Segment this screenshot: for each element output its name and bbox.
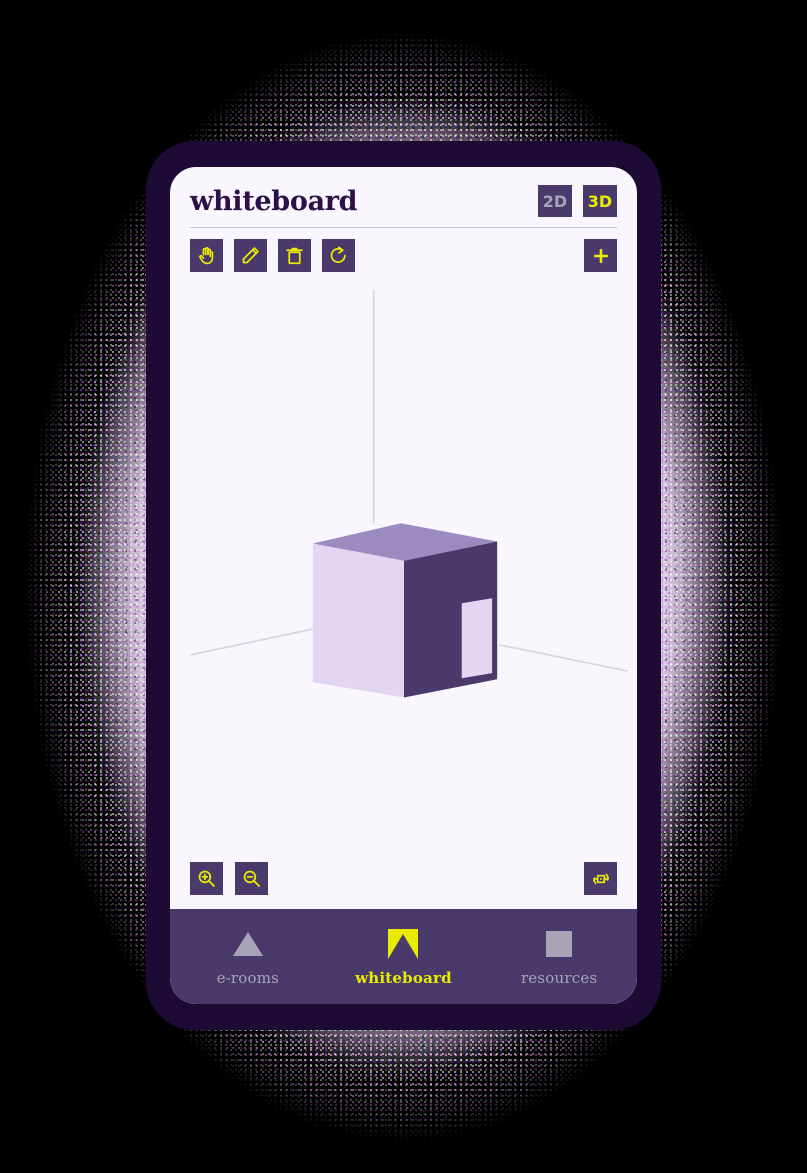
scene-3d bbox=[190, 290, 629, 698]
nav-item-resources[interactable]: resources bbox=[499, 927, 619, 987]
zoom-controls bbox=[190, 862, 268, 895]
zoom-in-button[interactable] bbox=[190, 862, 223, 895]
phone-device: whiteboard 2D 3D e-rooms whiteboard reso… bbox=[146, 141, 661, 1030]
ground-line-left bbox=[190, 626, 321, 656]
notched-square-icon bbox=[386, 927, 420, 961]
cube-face-left bbox=[312, 543, 404, 698]
zoom-in-icon bbox=[196, 868, 217, 889]
ground-line-right bbox=[499, 643, 629, 672]
whiteboard-canvas[interactable] bbox=[170, 272, 637, 909]
trash-icon bbox=[284, 245, 305, 266]
view-2d-button[interactable]: 2D bbox=[538, 185, 572, 217]
tool-group bbox=[190, 239, 355, 272]
nav-label-resources: resources bbox=[520, 968, 598, 987]
orbit-icon bbox=[590, 868, 612, 890]
dimension-toggle: 2D 3D bbox=[538, 185, 617, 217]
nav-label-e-rooms: e-rooms bbox=[216, 968, 280, 987]
canvas-controls bbox=[170, 862, 637, 895]
page-title: whiteboard bbox=[190, 185, 358, 217]
header: whiteboard 2D 3D bbox=[170, 167, 637, 228]
reset-tool-button[interactable] bbox=[322, 239, 355, 272]
pencil-icon bbox=[240, 245, 261, 266]
pan-hand-tool-button[interactable] bbox=[190, 239, 223, 272]
room-cube[interactable] bbox=[312, 523, 498, 698]
cube-door bbox=[461, 598, 493, 679]
header-row: whiteboard 2D 3D bbox=[190, 185, 617, 217]
refresh-icon bbox=[328, 245, 349, 266]
nav-item-whiteboard[interactable]: whiteboard bbox=[343, 927, 463, 987]
bottom-navigation: e-rooms whiteboard resources bbox=[170, 909, 637, 1004]
zoom-out-icon bbox=[241, 868, 262, 889]
view-3d-button[interactable]: 3D bbox=[583, 185, 617, 217]
phone-screen: whiteboard 2D 3D e-rooms whiteboard reso… bbox=[170, 167, 637, 1004]
add-object-button[interactable] bbox=[584, 239, 617, 272]
nav-item-e-rooms[interactable]: e-rooms bbox=[188, 927, 308, 987]
triangle-icon bbox=[231, 927, 265, 961]
plus-icon bbox=[590, 245, 612, 267]
orbit-button[interactable] bbox=[584, 862, 617, 895]
toolbar bbox=[170, 228, 637, 272]
square-icon bbox=[542, 927, 576, 961]
delete-tool-button[interactable] bbox=[278, 239, 311, 272]
zoom-out-button[interactable] bbox=[235, 862, 268, 895]
draw-pencil-tool-button[interactable] bbox=[234, 239, 267, 272]
hand-icon bbox=[196, 245, 217, 266]
nav-label-whiteboard: whiteboard bbox=[355, 968, 452, 987]
